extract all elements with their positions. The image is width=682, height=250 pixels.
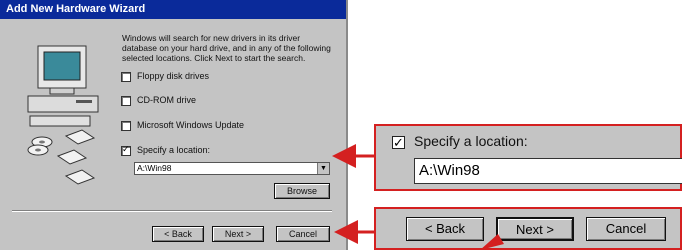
buttons-callout: < Back Next > Cancel (374, 207, 682, 250)
option-windows-update[interactable]: Microsoft Windows Update (121, 120, 244, 131)
computer-with-discs-icon (27, 45, 99, 185)
location-combo[interactable]: A:\Win98 ▼ (134, 162, 330, 175)
next-button[interactable]: Next > (212, 226, 264, 242)
cdrom-label: CD-ROM drive (137, 95, 197, 105)
intro-text: Windows will search for new drivers in i… (122, 33, 331, 63)
windows-update-checkbox[interactable] (121, 120, 131, 131)
windows-update-label: Microsoft Windows Update (137, 120, 245, 130)
location-callout: ✓ Specify a location: A:\Win98 (374, 124, 682, 191)
specify-location-checkbox[interactable] (121, 144, 131, 156)
cdrom-checkbox[interactable] (121, 95, 131, 106)
callout-location-label: Specify a location: (414, 133, 528, 149)
location-value: A:\Win98 (137, 163, 172, 173)
option-specify-location[interactable]: Specify a location: (121, 144, 211, 156)
window-title: Add New Hardware Wizard (0, 0, 346, 19)
callout-location-field[interactable]: A:\Win98 (414, 158, 682, 184)
divider (12, 210, 332, 212)
callout-cancel-button[interactable]: Cancel (586, 217, 666, 241)
callout-next-button[interactable]: Next > (496, 217, 574, 241)
floppy-checkbox[interactable] (121, 71, 131, 82)
back-button[interactable]: < Back (152, 226, 204, 242)
specify-location-label: Specify a location: (137, 145, 211, 155)
callout-back-button[interactable]: < Back (406, 217, 484, 241)
option-floppy[interactable]: Floppy disk drives (121, 71, 209, 82)
browse-button[interactable]: Browse (274, 183, 330, 199)
check-icon[interactable]: ✓ (392, 136, 405, 149)
chevron-down-icon[interactable]: ▼ (317, 163, 329, 174)
cancel-button[interactable]: Cancel (276, 226, 330, 242)
floppy-label: Floppy disk drives (137, 71, 210, 81)
add-hardware-wizard-window: Add New Hardware Wizard Windows will sea… (0, 0, 348, 250)
option-cdrom[interactable]: CD-ROM drive (121, 95, 196, 106)
